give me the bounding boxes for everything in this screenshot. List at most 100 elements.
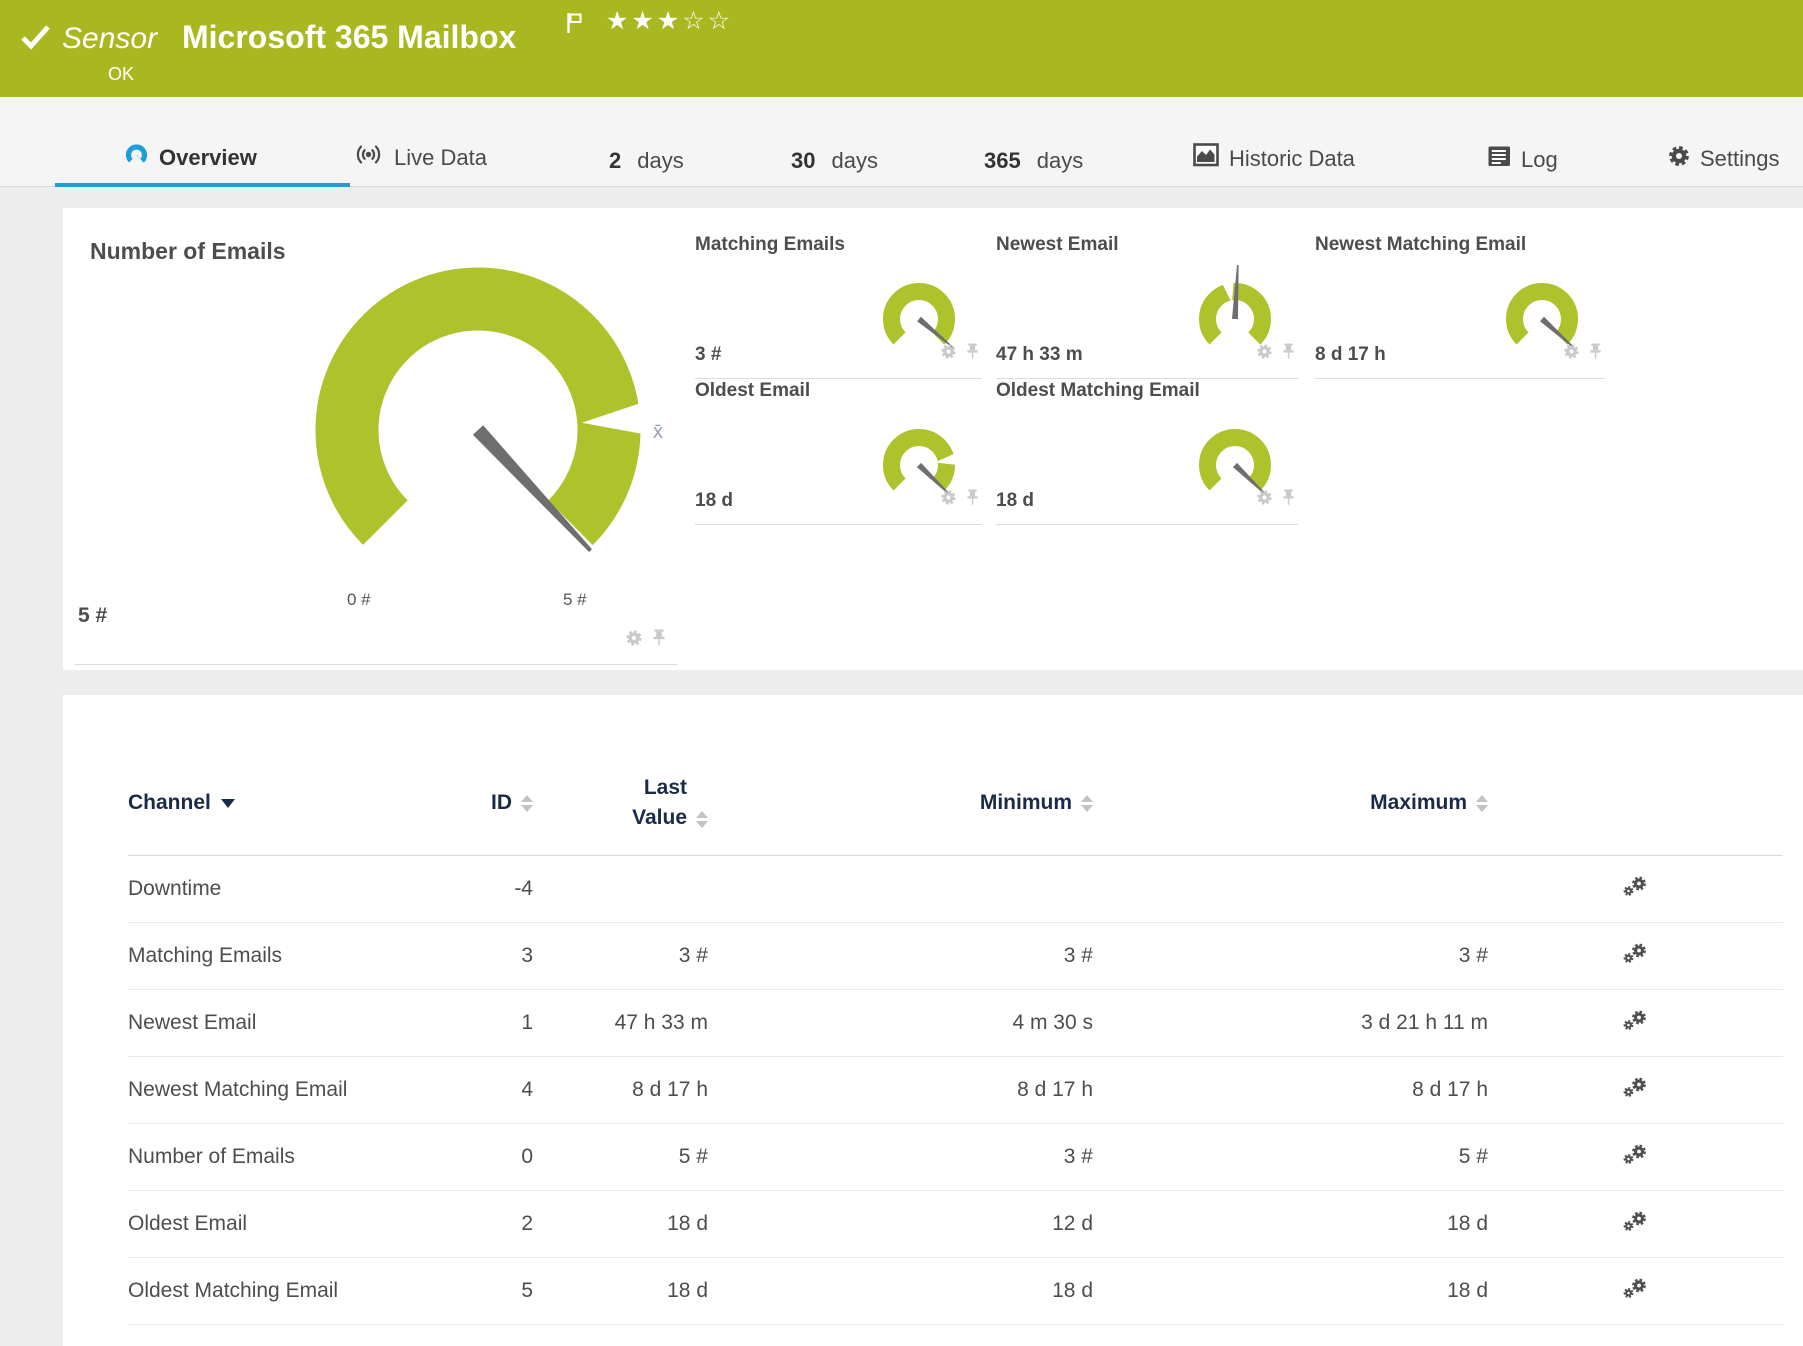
table-header-row: Channel ID Last Value Minimum Maximum <box>128 751 1783 856</box>
channel-id-cell: 2 <box>468 1190 533 1258</box>
tab-settings-label: Settings <box>1700 146 1780 171</box>
gauge-icon <box>123 141 150 174</box>
channel-name-cell[interactable]: Matching Emails <box>128 922 468 990</box>
live-data-icon <box>352 141 385 174</box>
main-gauge-title: Number of Emails <box>90 238 286 264</box>
channel-name-cell[interactable]: Downtime <box>128 855 468 923</box>
channel-name-cell[interactable]: Newest Matching Email <box>128 1056 468 1124</box>
column-header-maximum[interactable]: Maximum <box>1093 751 1488 856</box>
column-header-minimum[interactable]: Minimum <box>708 751 1093 856</box>
tab-log[interactable]: Log <box>1487 145 1558 174</box>
log-list-icon <box>1487 145 1512 174</box>
last-value-cell: 3 # <box>533 922 708 990</box>
table-row: Newest Matching Email 4 8 d 17 h 8 d 17 … <box>128 1056 1783 1124</box>
column-header-last-value[interactable]: Last Value <box>533 751 708 856</box>
main-gauge-min-label: 0 # <box>347 590 371 609</box>
tab-historic-data[interactable]: Historic Data <box>1193 143 1355 174</box>
pin-icon[interactable] <box>965 343 980 365</box>
table-row: Oldest Email 2 18 d 12 d 18 d <box>128 1190 1783 1258</box>
maximum-cell: 18 d <box>1093 1190 1488 1258</box>
gauge-block-newest-email: Newest Email 47 h 33 m <box>996 232 1298 379</box>
channel-id-cell: 4 <box>468 1056 533 1124</box>
tab-bar: Overview Live Data 2 days 30 days 365 da… <box>0 97 1803 187</box>
tab-30-days-unit: days <box>831 148 878 173</box>
table-row: Downtime -4 <box>128 855 1783 923</box>
channels-table: Channel ID Last Value Minimum Maximum Do… <box>128 751 1783 1325</box>
gauges-card: Number of Emails x̄ 0 # 5 # 5 # Matching… <box>63 208 1803 670</box>
gauge-value: 3 # <box>695 344 722 365</box>
minimum-cell: 3 # <box>708 1123 1093 1191</box>
table-row: Newest Email 1 47 h 33 m 4 m 30 s 3 d 21… <box>128 989 1783 1057</box>
table-body: Downtime -4 Matching Emails 3 3 # 3 # 3 … <box>128 855 1783 1325</box>
channel-name-cell[interactable]: Oldest Matching Email <box>128 1257 468 1325</box>
tab-overview-label: Overview <box>159 144 257 170</box>
sensor-title: Microsoft 365 Mailbox <box>182 19 517 55</box>
channel-name-cell[interactable]: Oldest Email <box>128 1190 468 1258</box>
gauge-title: Newest Email <box>996 234 1119 255</box>
channel-settings-gears-icon[interactable] <box>1622 1277 1649 1306</box>
channel-id-cell: 0 <box>468 1123 533 1191</box>
maximum-cell: 3 # <box>1093 922 1488 990</box>
table-row: Oldest Matching Email 5 18 d 18 d 18 d <box>128 1257 1783 1325</box>
gauge-value: 18 d <box>695 490 734 511</box>
pin-icon[interactable] <box>651 629 667 652</box>
tab-historic-data-label: Historic Data <box>1229 145 1355 171</box>
tab-365-days-number: 365 <box>984 148 1021 173</box>
sort-icon <box>521 794 533 812</box>
sort-icon <box>696 811 708 829</box>
last-value-cell: 18 d <box>533 1190 708 1258</box>
tab-live-data[interactable]: Live Data <box>352 141 487 174</box>
column-header-id[interactable]: ID <box>468 751 533 856</box>
last-value-cell: 18 d <box>533 1257 708 1325</box>
gauge-block-matching-emails: Matching Emails 3 # <box>695 232 982 379</box>
minimum-cell: 12 d <box>708 1190 1093 1258</box>
table-row: Number of Emails 0 5 # 3 # 5 # <box>128 1123 1783 1191</box>
tab-settings[interactable]: Settings <box>1667 144 1780 174</box>
main-gauge-max-label: 5 # <box>563 590 587 609</box>
last-value-cell <box>533 855 708 923</box>
flag-icon[interactable] <box>566 12 584 39</box>
divider <box>75 664 677 665</box>
sort-icon <box>1476 794 1488 812</box>
maximum-cell: 8 d 17 h <box>1093 1056 1488 1124</box>
column-header-channel[interactable]: Channel <box>128 751 468 856</box>
sensor-page: Sensor Microsoft 365 Mailbox ★★★☆☆ OK Ov… <box>0 0 1803 1346</box>
channel-settings-gears-icon[interactable] <box>1622 875 1649 904</box>
pin-icon[interactable] <box>965 489 980 511</box>
last-value-cell: 8 d 17 h <box>533 1056 708 1124</box>
column-header-actions <box>1488 751 1783 856</box>
channel-settings-gears-icon[interactable] <box>1622 1009 1649 1038</box>
channel-settings-gears-icon[interactable] <box>1622 1076 1649 1105</box>
channel-settings-gears-icon[interactable] <box>1622 1143 1649 1172</box>
channel-gear-icon[interactable] <box>1563 343 1580 365</box>
channel-gear-icon[interactable] <box>1256 489 1273 511</box>
channels-table-card: Channel ID Last Value Minimum Maximum Do… <box>63 695 1803 1346</box>
channel-gear-icon[interactable] <box>940 343 957 365</box>
channel-name-cell[interactable]: Number of Emails <box>128 1123 468 1191</box>
channel-settings-gears-icon[interactable] <box>1622 942 1649 971</box>
pin-icon[interactable] <box>1281 489 1296 511</box>
sensor-status-header: Sensor Microsoft 365 Mailbox ★★★☆☆ OK <box>0 0 1803 97</box>
ok-check-icon <box>20 23 52 56</box>
tab-overview[interactable]: Overview <box>123 141 257 174</box>
sort-descending-icon <box>220 798 235 808</box>
channel-name-cell[interactable]: Newest Email <box>128 989 468 1057</box>
pin-icon[interactable] <box>1281 343 1296 365</box>
channel-settings-gears-icon[interactable] <box>1622 1210 1649 1239</box>
tab-2-days[interactable]: 2 days <box>609 148 684 174</box>
tab-30-days[interactable]: 30 days <box>791 148 878 174</box>
channel-gear-icon[interactable] <box>625 629 643 652</box>
channel-gear-icon[interactable] <box>1256 343 1273 365</box>
gauge-title: Oldest Email <box>695 380 811 401</box>
channel-id-cell: 5 <box>468 1257 533 1325</box>
tab-2-days-number: 2 <box>609 148 622 173</box>
rating-stars[interactable]: ★★★☆☆ <box>606 6 733 35</box>
channel-gear-icon[interactable] <box>940 489 957 511</box>
tab-365-days[interactable]: 365 days <box>984 148 1083 174</box>
pin-icon[interactable] <box>1588 343 1603 365</box>
channel-id-cell: 1 <box>468 989 533 1057</box>
tab-live-data-label: Live Data <box>394 144 487 170</box>
historic-chart-icon <box>1193 143 1220 174</box>
tab-2-days-unit: days <box>637 148 684 173</box>
minimum-cell: 3 # <box>708 922 1093 990</box>
